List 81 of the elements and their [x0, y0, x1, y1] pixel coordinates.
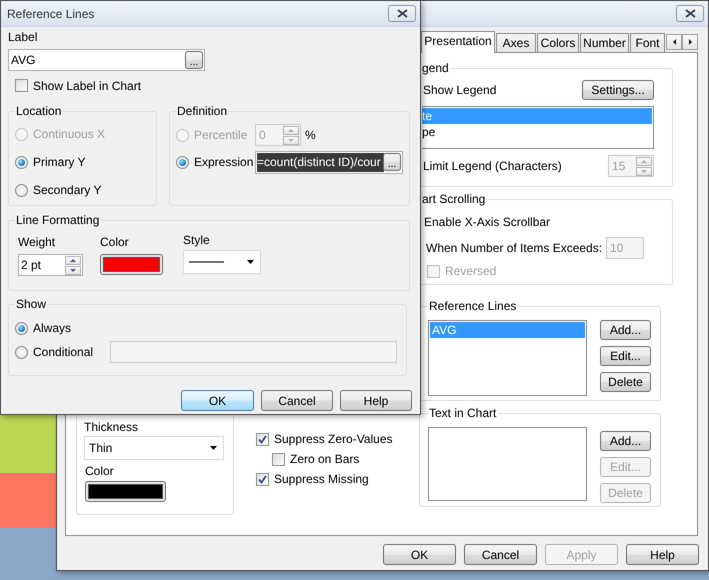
list-button[interactable]: Add... — [600, 431, 651, 451]
checkbox-label: Show Label in Chart — [33, 78, 142, 92]
group-title: Show — [15, 297, 48, 311]
dialog-button[interactable]: Help — [340, 390, 412, 411]
tab[interactable]: Presentation — [421, 31, 495, 53]
field-label: Color — [85, 464, 115, 478]
list-button[interactable]: Add... — [600, 320, 651, 340]
label-field[interactable]: AVG ... — [8, 49, 205, 71]
dialog-button[interactable]: Cancel — [261, 390, 333, 411]
field-label: Thickness — [84, 420, 140, 434]
dialog-button[interactable]: Help — [626, 544, 699, 565]
text-list[interactable] — [428, 427, 587, 501]
group-title: art Scrolling — [421, 192, 486, 206]
radio-label: Continuous X — [33, 127, 106, 141]
checkbox[interactable] — [272, 452, 285, 466]
checkbox-label: Reversed — [445, 264, 496, 278]
checkbox-label: Zero on Bars — [290, 452, 360, 466]
thickness-dropdown[interactable]: Thin — [84, 436, 224, 460]
browse-button[interactable]: ... — [383, 153, 401, 171]
dialog-button[interactable]: OK — [181, 390, 254, 411]
option-label: Limit Legend (Characters) — [423, 159, 562, 173]
tab-scroll-left-button[interactable] — [666, 34, 682, 50]
close-button[interactable] — [388, 5, 416, 22]
caret-icon — [247, 260, 254, 264]
radio-label: Percentile — [194, 128, 248, 142]
radio-label: Expression — [194, 155, 254, 169]
tab[interactable]: Axes — [496, 33, 536, 52]
close-icon — [684, 9, 696, 18]
group-title: Location — [15, 104, 62, 118]
checkbox[interactable] — [256, 432, 269, 446]
radio-button[interactable] — [15, 322, 28, 334]
spin-down-button[interactable] — [65, 266, 81, 274]
radio-button[interactable] — [15, 156, 28, 168]
weight-field[interactable]: 2 pt — [18, 254, 83, 276]
list-button[interactable]: Delete — [600, 372, 651, 392]
close-button[interactable] — [676, 5, 704, 22]
group-title: Reference Lines — [428, 299, 518, 313]
radio-label: Conditional — [33, 345, 94, 359]
tab[interactable]: Colors — [537, 33, 579, 52]
caret-icon — [210, 446, 217, 450]
option-label: Enable X-Axis Scrollbar — [423, 215, 552, 229]
unit-label: % — [305, 128, 316, 142]
field-label: Weight — [18, 235, 56, 249]
color-swatch[interactable] — [100, 254, 163, 275]
tab[interactable]: Number — [580, 33, 629, 52]
settings-button[interactable]: Settings... — [582, 80, 654, 100]
radio-button[interactable] — [15, 184, 28, 196]
field-label: Label — [8, 30, 38, 44]
expression-field[interactable]: =count(distinct ID)/cour ... — [255, 150, 403, 174]
line-style-icon — [189, 261, 224, 263]
radio-label: Secondary Y — [33, 183, 102, 197]
list-item[interactable]: pe — [422, 124, 652, 140]
option-label: Show Legend — [423, 83, 496, 97]
window-title: Reference Lines — [7, 6, 94, 20]
radio-label: Always — [33, 321, 72, 335]
group-title: Definition — [176, 104, 228, 118]
browse-button[interactable]: ... — [185, 51, 203, 69]
option-label: When Number of Items Exceeds: — [426, 241, 602, 255]
radio-label: Primary Y — [33, 155, 86, 169]
dialog-button[interactable]: OK — [383, 544, 456, 565]
tab[interactable]: Font — [630, 33, 665, 52]
style-dropdown[interactable] — [183, 250, 261, 274]
checkbox-label: Suppress Zero-Values — [274, 432, 392, 446]
condition-field[interactable] — [110, 341, 397, 363]
group-title: gend — [421, 61, 450, 75]
group-title: Line Formatting — [15, 213, 100, 227]
dialog-button[interactable]: Cancel — [464, 544, 537, 565]
checkbox-label: Suppress Missing — [274, 472, 369, 486]
field-label: Color — [100, 235, 130, 249]
legend-list[interactable]: te pe — [422, 106, 654, 149]
close-icon — [396, 9, 408, 18]
radio-button[interactable] — [15, 346, 28, 358]
list-button[interactable]: Edit... — [600, 346, 651, 366]
checkbox[interactable] — [15, 79, 28, 92]
group-title: Text in Chart — [428, 406, 498, 420]
radio-button[interactable] — [176, 156, 189, 168]
field-label: Style — [183, 233, 211, 247]
spin-up-button[interactable] — [65, 256, 81, 264]
tab-scroll-right-button[interactable] — [682, 34, 698, 50]
checkbox[interactable] — [256, 472, 269, 486]
color-swatch[interactable] — [85, 481, 166, 502]
